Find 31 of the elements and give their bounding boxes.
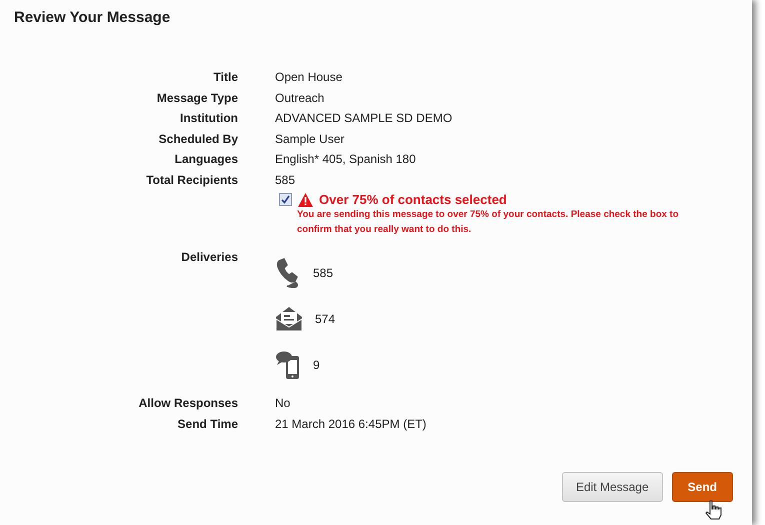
field-label: Title (212, 69, 238, 86)
field-value: 585 (275, 172, 296, 188)
field-value: No (275, 395, 292, 412)
page-title: Review Your Message (14, 9, 172, 26)
send-button[interactable]: Send (672, 472, 733, 502)
field-value: Outreach (275, 90, 326, 106)
delivery-count: 585 (313, 266, 334, 280)
warning-icon (298, 192, 313, 206)
envelope-icon (275, 306, 303, 332)
field-label: Deliveries (180, 249, 238, 266)
delivery-count: 9 (313, 358, 320, 372)
field-label: Languages (174, 151, 238, 168)
field-value: ADVANCED SAMPLE SD DEMO (275, 110, 454, 127)
sms-phone-icon (275, 350, 301, 380)
delivery-count: 574 (315, 312, 336, 326)
field-value: Sample User (275, 130, 346, 148)
hand-cursor-icon (705, 500, 723, 520)
field-value: 21 March 2016 6:45PM (ET) (275, 416, 428, 432)
field-value: English* 405, Spanish 180 (275, 151, 417, 168)
phone-icon (275, 258, 301, 288)
field-value: Open House (275, 69, 344, 86)
field-label: Scheduled By (158, 130, 238, 148)
confirm-checkbox[interactable] (279, 193, 292, 206)
warning-message: You are sending this message to over 75% of your contacts. Please check the box to confirm that you really want to do this. (297, 208, 680, 237)
field-label: Message Type (156, 90, 238, 106)
field-label: Total Recipients (145, 172, 238, 188)
field-label: Send Time (176, 416, 238, 432)
edit-button[interactable]: Edit Message (562, 472, 663, 502)
field-label: Institution (179, 110, 238, 127)
field-label: Allow Responses (138, 395, 238, 412)
warning-title: Over 75% of contacts selected (319, 192, 507, 207)
